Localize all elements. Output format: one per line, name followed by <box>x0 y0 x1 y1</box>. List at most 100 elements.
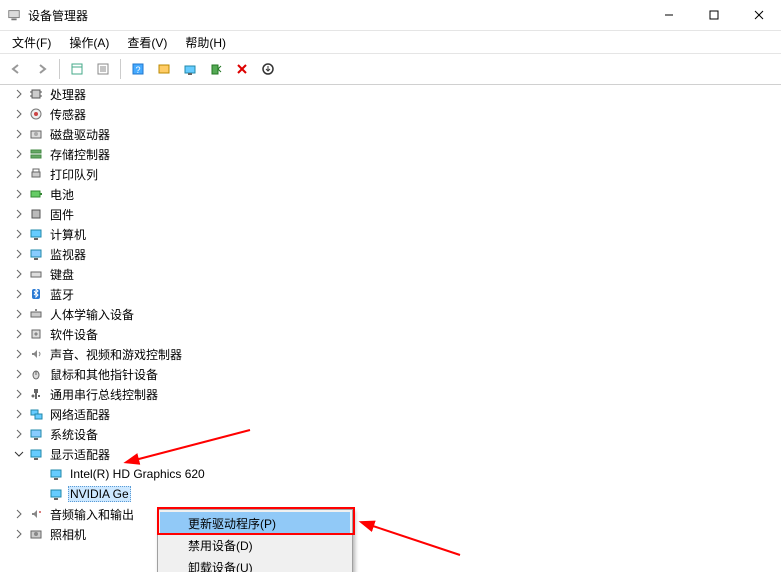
forward-button[interactable] <box>30 57 54 81</box>
expand-icon[interactable] <box>12 287 26 301</box>
context-disable-device[interactable]: 禁用设备(D) <box>160 534 350 556</box>
cpu-icon <box>28 86 44 102</box>
software-device-icon <box>28 326 44 342</box>
expand-icon[interactable] <box>12 387 26 401</box>
context-menu: 更新驱动程序(P) 禁用设备(D) 卸载设备(U) <box>157 509 353 572</box>
collapse-icon[interactable] <box>12 447 26 461</box>
node-label: 固件 <box>48 205 76 224</box>
node-label: 打印队列 <box>48 165 100 184</box>
expand-icon[interactable] <box>12 127 26 141</box>
expand-icon[interactable] <box>12 107 26 121</box>
tree-node-network[interactable]: 网络适配器 <box>0 404 781 424</box>
node-label: 存储控制器 <box>48 145 112 164</box>
node-label: 声音、视频和游戏控制器 <box>48 345 184 364</box>
tree-node-firmware[interactable]: 固件 <box>0 204 781 224</box>
tree-node-processor[interactable]: 处理器 <box>0 84 781 104</box>
audio-icon <box>28 506 44 522</box>
tree-node-battery[interactable]: 电池 <box>0 184 781 204</box>
firmware-icon <box>28 206 44 222</box>
tree-node-disk[interactable]: 磁盘驱动器 <box>0 124 781 144</box>
tree-node-audio-io[interactable]: 音频输入和输出 <box>0 504 781 524</box>
expand-icon[interactable] <box>12 167 26 181</box>
titlebar: 设备管理器 <box>0 0 781 31</box>
expand-icon[interactable] <box>12 187 26 201</box>
window-controls <box>646 0 781 30</box>
expand-icon[interactable] <box>12 507 26 521</box>
expand-icon[interactable] <box>12 327 26 341</box>
expand-icon[interactable] <box>12 307 26 321</box>
sound-icon <box>28 346 44 362</box>
mouse-icon <box>28 366 44 382</box>
node-label: 软件设备 <box>48 325 100 344</box>
node-label: 电池 <box>48 185 76 204</box>
uninstall-device-button[interactable] <box>230 57 254 81</box>
storage-icon <box>28 146 44 162</box>
tree-node-monitor[interactable]: 监视器 <box>0 244 781 264</box>
tree-node-intel-gpu[interactable]: Intel(R) HD Graphics 620 <box>0 464 781 484</box>
properties-button[interactable] <box>91 57 115 81</box>
battery-icon <box>28 186 44 202</box>
minimize-button[interactable] <box>646 0 691 30</box>
maximize-button[interactable] <box>691 0 736 30</box>
show-hide-tree-button[interactable] <box>65 57 89 81</box>
tree-node-bluetooth[interactable]: 蓝牙 <box>0 284 781 304</box>
node-label: 鼠标和其他指针设备 <box>48 365 160 384</box>
expand-icon[interactable] <box>12 227 26 241</box>
node-label: 计算机 <box>48 225 88 244</box>
node-label: 网络适配器 <box>48 405 112 424</box>
context-update-driver[interactable]: 更新驱动程序(P) <box>160 512 350 534</box>
window-title: 设备管理器 <box>28 7 88 24</box>
node-label: 磁盘驱动器 <box>48 125 112 144</box>
sensor-icon <box>28 106 44 122</box>
expand-icon[interactable] <box>12 407 26 421</box>
camera-icon <box>28 526 44 542</box>
scan-changes-button[interactable] <box>256 57 280 81</box>
menu-action[interactable]: 操作(A) <box>61 32 117 53</box>
node-label: 通用串行总线控制器 <box>48 385 160 404</box>
computer-icon <box>28 226 44 242</box>
tree-node-camera[interactable]: 照相机 <box>0 524 781 544</box>
context-uninstall-device[interactable]: 卸载设备(U) <box>160 556 350 572</box>
node-label: 传感器 <box>48 105 88 124</box>
tree-node-print-queue[interactable]: 打印队列 <box>0 164 781 184</box>
expand-icon[interactable] <box>12 367 26 381</box>
tree-node-display-adapters[interactable]: 显示适配器 <box>0 444 781 464</box>
tree-node-storage-controller[interactable]: 存储控制器 <box>0 144 781 164</box>
toolbar: ? <box>0 54 781 85</box>
tree-node-keyboard[interactable]: 键盘 <box>0 264 781 284</box>
expand-icon[interactable] <box>12 147 26 161</box>
help-button[interactable]: ? <box>126 57 150 81</box>
expand-icon[interactable] <box>12 527 26 541</box>
tree-node-sensor[interactable]: 传感器 <box>0 104 781 124</box>
expand-icon[interactable] <box>12 207 26 221</box>
expand-icon[interactable] <box>12 267 26 281</box>
update-driver-button[interactable] <box>178 57 202 81</box>
tree-node-system[interactable]: 系统设备 <box>0 424 781 444</box>
tree-node-nvidia-gpu[interactable]: NVIDIA Ge <box>0 484 781 504</box>
menu-file[interactable]: 文件(F) <box>4 32 59 53</box>
scan-hardware-button[interactable] <box>152 57 176 81</box>
menu-view[interactable]: 查看(V) <box>119 32 175 53</box>
expand-icon[interactable] <box>12 347 26 361</box>
node-label: 音频输入和输出 <box>48 505 136 524</box>
tree-node-software-devices[interactable]: 软件设备 <box>0 324 781 344</box>
node-label: 键盘 <box>48 265 76 284</box>
tree-node-computer[interactable]: 计算机 <box>0 224 781 244</box>
menu-help[interactable]: 帮助(H) <box>177 32 234 53</box>
bluetooth-icon <box>28 286 44 302</box>
node-label: 照相机 <box>48 525 88 544</box>
expand-icon[interactable] <box>12 87 26 101</box>
tree-node-usb[interactable]: 通用串行总线控制器 <box>0 384 781 404</box>
expand-icon[interactable] <box>12 427 26 441</box>
tree-node-hid[interactable]: 人体学输入设备 <box>0 304 781 324</box>
expand-icon[interactable] <box>12 247 26 261</box>
tree-node-mouse[interactable]: 鼠标和其他指针设备 <box>0 364 781 384</box>
device-tree[interactable]: 处理器 传感器 磁盘驱动器 存储控制器 打印队列 电池 固件 计算机 <box>0 82 781 572</box>
menu-label: 禁用设备(D) <box>188 537 253 554</box>
display-adapter-icon <box>48 486 64 502</box>
close-button[interactable] <box>736 0 781 30</box>
back-button[interactable] <box>4 57 28 81</box>
tree-node-sound[interactable]: 声音、视频和游戏控制器 <box>0 344 781 364</box>
system-icon <box>28 426 44 442</box>
enable-device-button[interactable] <box>204 57 228 81</box>
